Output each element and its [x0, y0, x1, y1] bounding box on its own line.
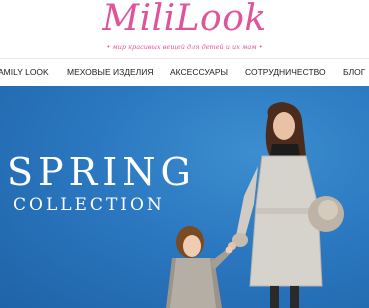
- site-tagline: • мир красивых вещей для детей и их мам …: [106, 43, 263, 51]
- nav-item-fur-products[interactable]: МЕХОВЫЕ ИЗДЕЛИЯ: [67, 67, 153, 77]
- nav-item-blog[interactable]: БЛОГ: [343, 67, 365, 77]
- site-header: MiliLook • мир красивых вещей для детей …: [0, 0, 369, 58]
- nav-item-family-look[interactable]: AMILY LOOK: [0, 67, 49, 77]
- site-logo[interactable]: MiliLook: [0, 0, 369, 39]
- hero-subtitle: COLLECTION: [13, 195, 165, 215]
- main-nav: AMILY LOOK МЕХОВЫЕ ИЗДЕЛИЯ АКСЕССУАРЫ СО…: [0, 58, 369, 86]
- nav-item-accessories[interactable]: АКСЕССУАРЫ: [170, 67, 228, 77]
- hero-title: SPRING: [7, 150, 196, 194]
- hero-banner[interactable]: SPRING COLLECTION: [0, 86, 369, 308]
- nav-item-cooperation[interactable]: СОТРУДНИЧЕСТВО: [245, 67, 326, 77]
